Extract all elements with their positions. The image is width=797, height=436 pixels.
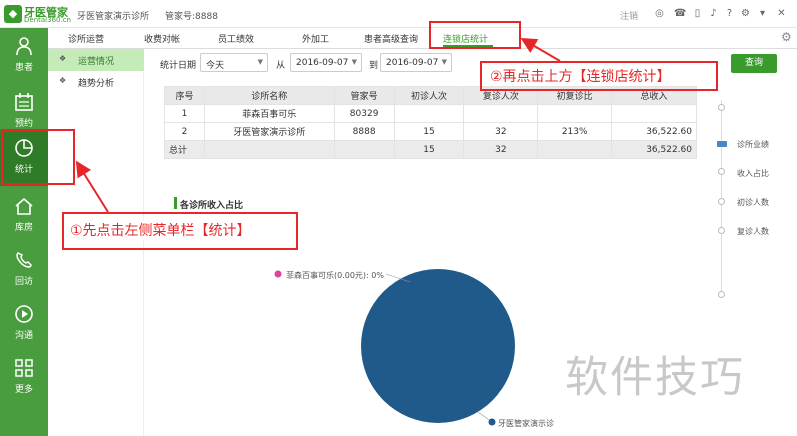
- watermark: 软件技巧: [565, 353, 745, 403]
- arrow-to-chain-tab: [520, 37, 561, 62]
- arrow-to-statistics: [75, 160, 109, 213]
